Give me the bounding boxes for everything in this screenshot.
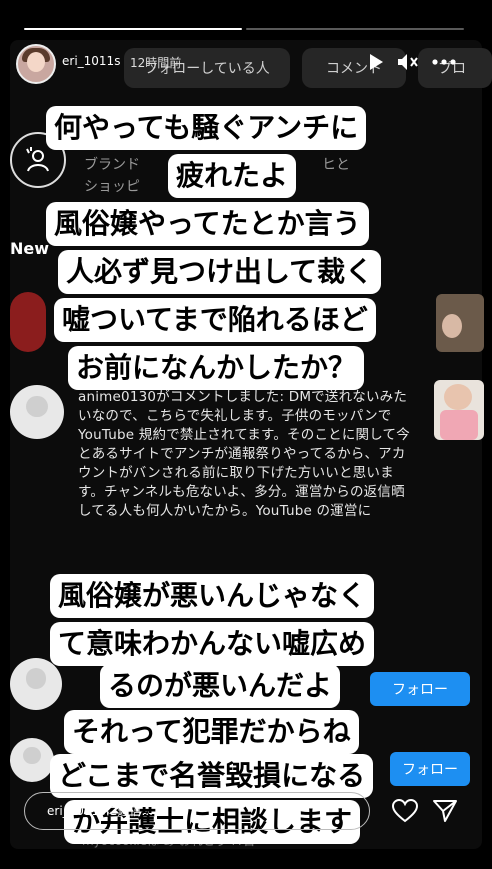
send-icon[interactable] (430, 796, 460, 826)
progress-segment-current (24, 28, 242, 30)
timestamp: 12時間前 (130, 56, 182, 70)
caption-line-7: 風俗嬢が悪いんじゃなく (50, 574, 375, 618)
thumb-photo-1 (436, 294, 484, 352)
mute-icon[interactable] (396, 50, 420, 74)
progress-segment-next (246, 28, 464, 30)
caption-line-5: 嘘ついてまで陥れるほど (54, 298, 376, 342)
dm-comment-text: anime0130がコメントしました: DMで送れないみたいなので、こちらで失礼… (78, 389, 410, 519)
story-progress (24, 28, 464, 30)
more-icon[interactable] (430, 50, 458, 74)
reply-bar[interactable] (24, 792, 370, 830)
caption-line-8: て意味わかんない嘘広め (50, 622, 375, 666)
caption-line-1: 何やっても騒ぐアンチに (46, 106, 367, 150)
brand-label-2: ショッピ (84, 179, 140, 195)
thumb-avatar-1 (10, 292, 46, 352)
avatar[interactable] (16, 44, 56, 84)
follow-button[interactable]: フォロー (370, 672, 470, 706)
caption-line-3: 風俗嬢やってたとか言う (46, 202, 369, 246)
follow-button-2-label: フォロー (402, 762, 458, 778)
default-avatar-icon-3 (10, 738, 54, 782)
caption-line-4: 人必ず見つけ出して裁く (58, 250, 382, 294)
caption-line-10: それって犯罪だからね (64, 710, 359, 754)
reply-input[interactable] (45, 803, 369, 819)
follow-button-label: フォロー (392, 682, 448, 698)
brand-label-1: ブランド (84, 157, 140, 173)
default-avatar-icon (10, 385, 64, 439)
caption-line-9: るのが悪いんだよ (100, 664, 341, 708)
default-avatar-icon-2 (10, 658, 62, 710)
heart-icon[interactable] (390, 796, 420, 826)
caption-line-2: 疲れたよ (168, 154, 297, 198)
thumb-photo-2 (434, 380, 484, 440)
play-icon[interactable] (364, 50, 388, 74)
brand-label-right: ヒと (322, 157, 350, 173)
dm-comment: anime0130がコメントしました: DMで送れないみたいなので、こちらで失礼… (78, 388, 414, 568)
caption-line-6: お前になんかしたか？ (68, 346, 365, 390)
news-label: New (10, 239, 50, 258)
follow-button-2[interactable]: フォロー (390, 752, 470, 786)
tab-comments: コメント (302, 48, 406, 88)
username[interactable]: eri_1011s (62, 54, 120, 68)
